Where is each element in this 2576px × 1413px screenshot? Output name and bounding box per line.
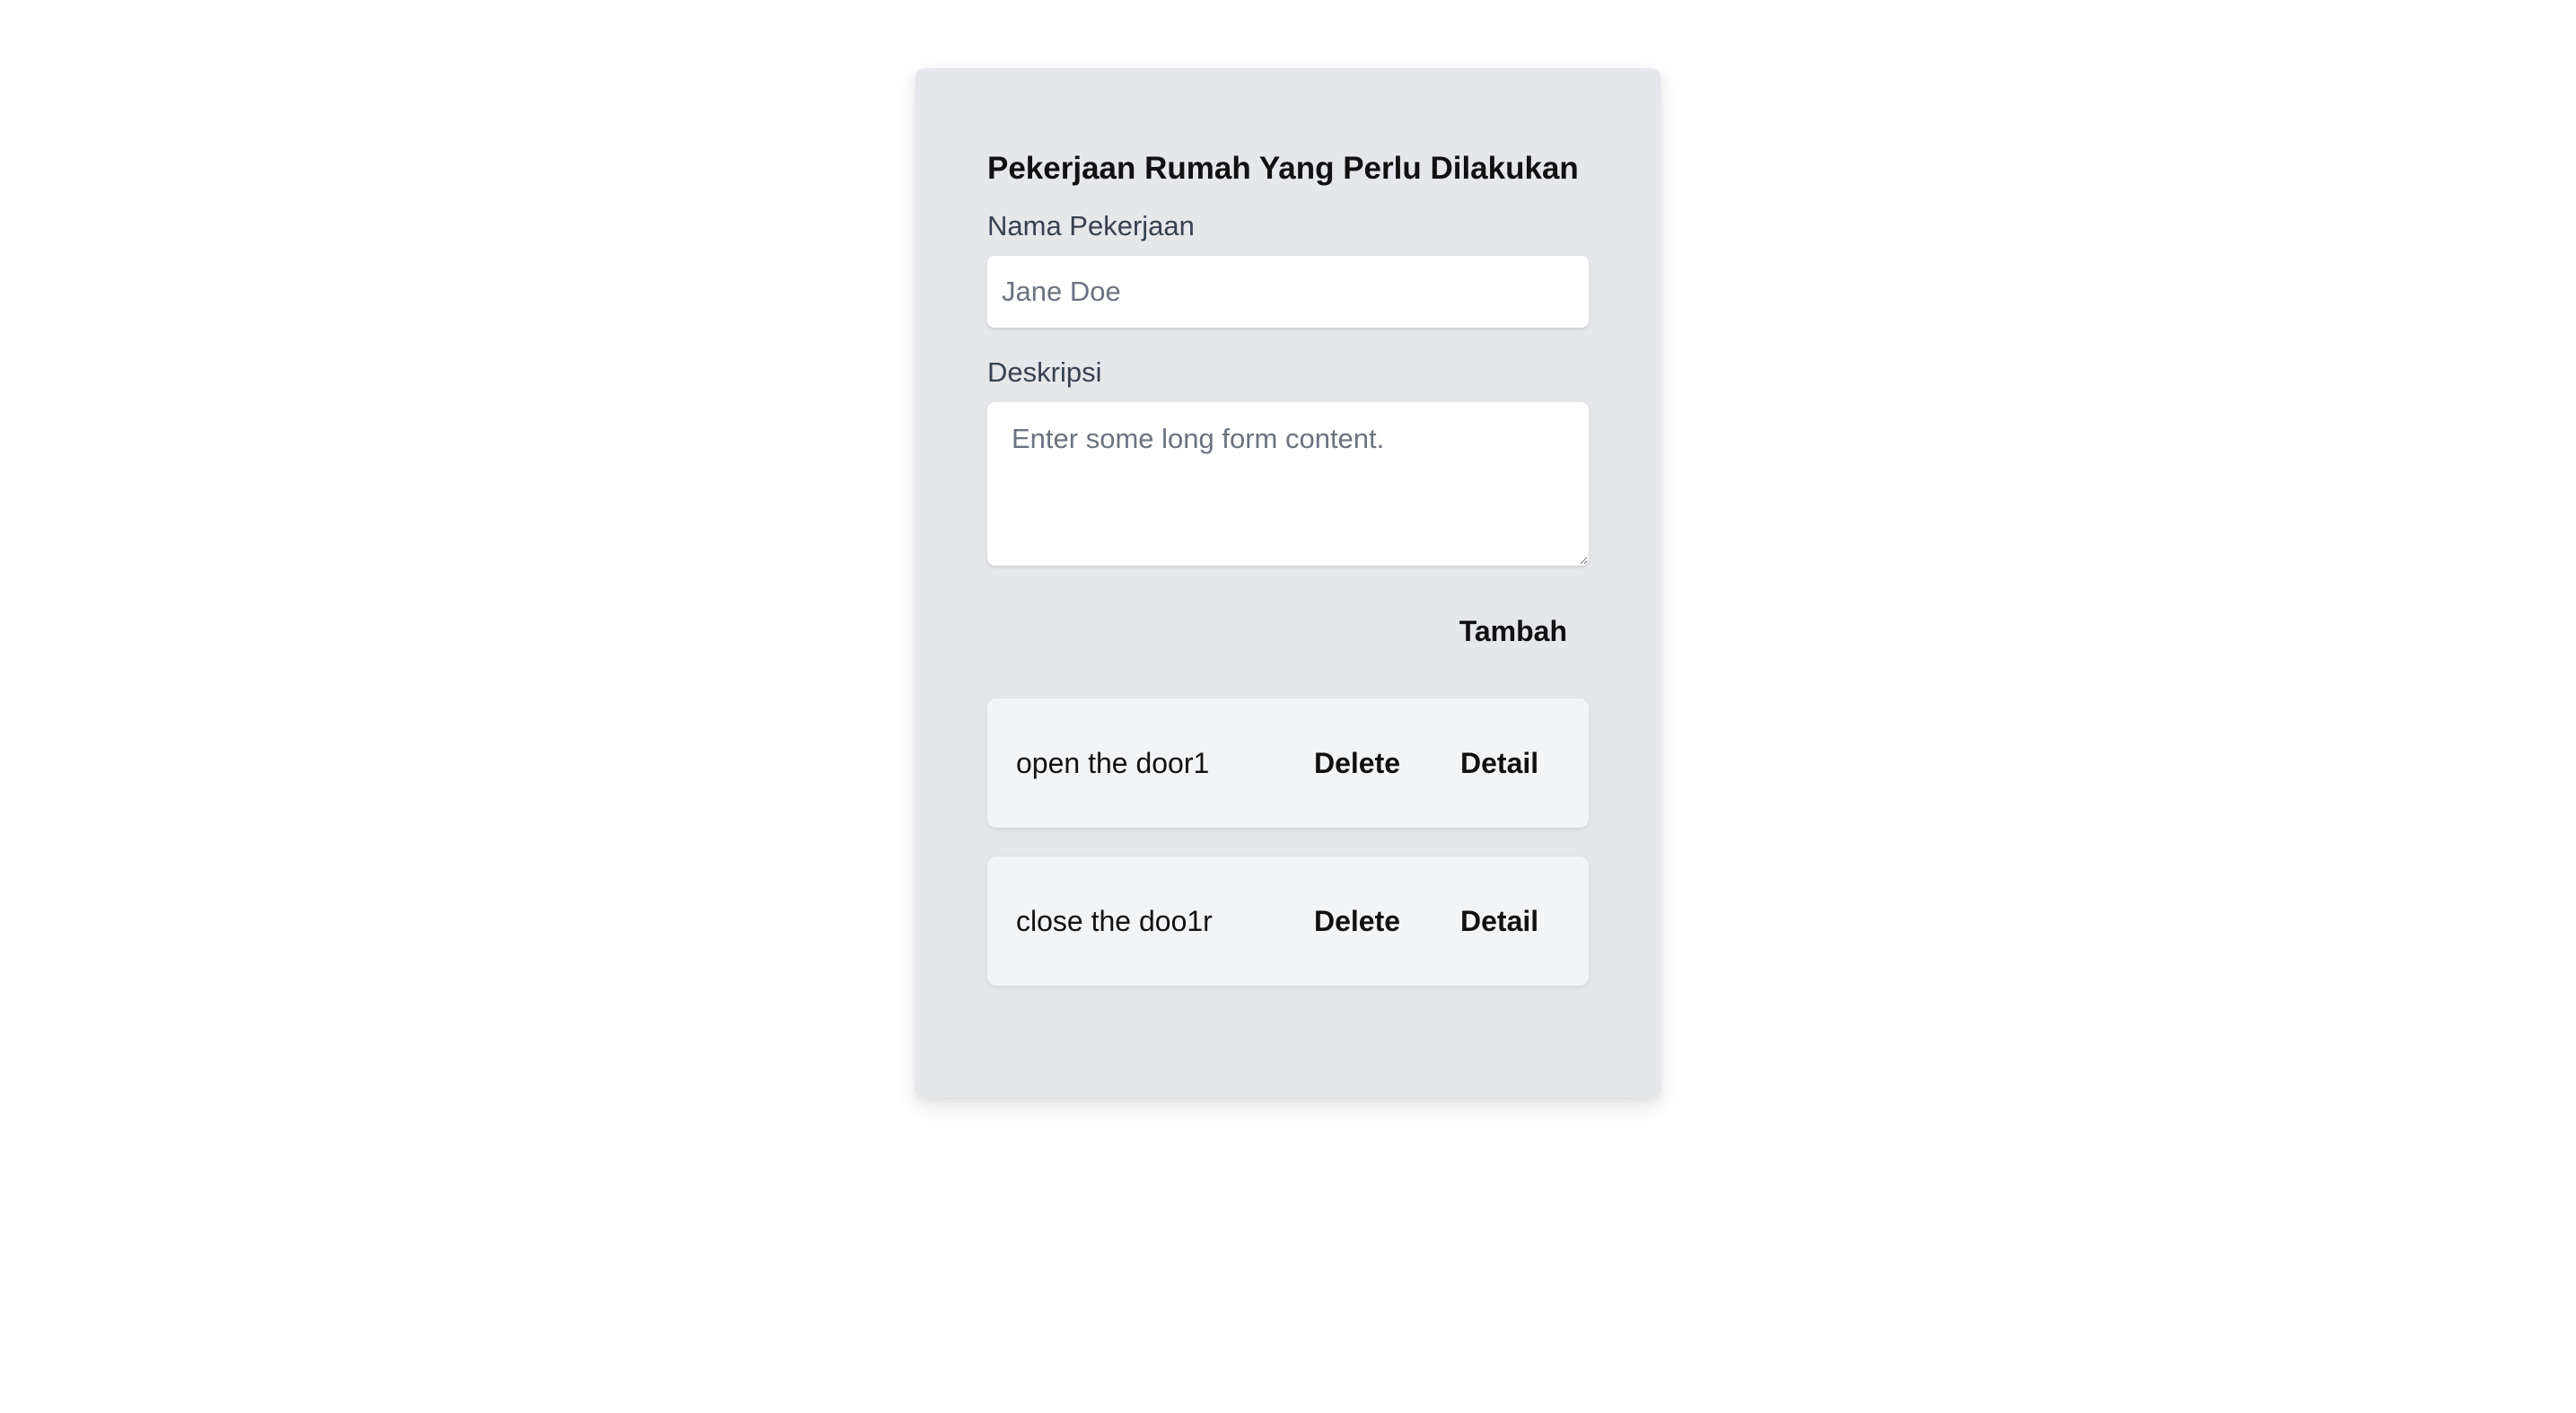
delete-task-button[interactable]: Delete bbox=[1314, 905, 1404, 938]
todo-card: Pekerjaan Rumah Yang Perlu Dilakukan Nam… bbox=[916, 68, 1660, 1097]
task-item: close the doo1r Delete Detail bbox=[987, 856, 1589, 986]
task-name-label: Nama Pekerjaan bbox=[987, 210, 1195, 241]
form-actions: Tambah bbox=[987, 600, 1589, 663]
task-list: open the door1 Delete Detail close the d… bbox=[987, 698, 1589, 986]
task-item: open the door1 Delete Detail bbox=[987, 698, 1589, 828]
detail-task-button[interactable]: Detail bbox=[1460, 747, 1538, 780]
description-label: Deskripsi bbox=[987, 356, 1102, 388]
page-title: Pekerjaan Rumah Yang Perlu Dilakukan bbox=[987, 151, 1579, 186]
task-item-name: open the door1 bbox=[1016, 746, 1210, 779]
delete-task-button[interactable]: Delete bbox=[1314, 747, 1404, 780]
task-item-name: close the doo1r bbox=[1016, 904, 1213, 937]
detail-task-button[interactable]: Detail bbox=[1460, 905, 1538, 938]
add-task-button[interactable]: Tambah bbox=[1459, 615, 1567, 648]
description-textarea[interactable] bbox=[987, 402, 1589, 566]
task-name-input[interactable] bbox=[987, 256, 1589, 328]
